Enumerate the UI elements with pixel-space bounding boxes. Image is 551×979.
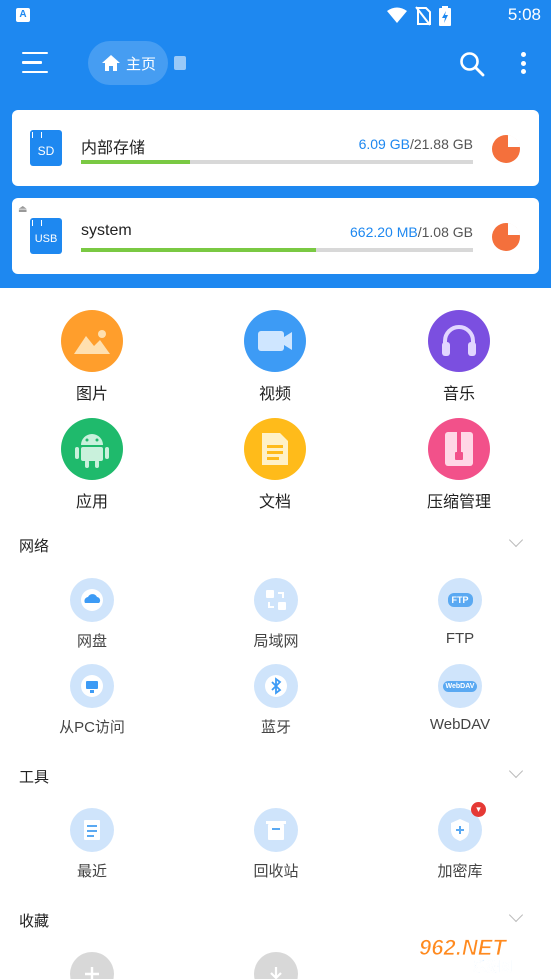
tool-label: 从PC访问 <box>59 719 125 736</box>
tool-label: 网盘 <box>76 633 107 650</box>
category-video[interactable]: 视频 <box>215 310 335 404</box>
tool-label: 回收站 <box>253 863 299 880</box>
tool-vault[interactable]: ▾ 加密库 <box>390 802 530 881</box>
tool-recent[interactable]: 最近 <box>22 808 162 881</box>
sd-card-icon[interactable] <box>174 56 186 70</box>
recycle-bin-icon <box>254 808 298 852</box>
storage-size: 662.20 MB/1.08 GB <box>350 224 473 240</box>
category-apps[interactable]: 应用 <box>32 418 152 512</box>
clock: 5:08 <box>507 5 541 24</box>
eject-icon[interactable]: ⏏ <box>18 204 27 215</box>
battery-charging-icon <box>439 6 451 26</box>
svg-text:乐游网: 乐游网 <box>473 959 512 975</box>
tool-label: WebDAV <box>429 716 491 733</box>
usb-icon: USB <box>30 218 62 254</box>
no-sim-icon <box>415 6 431 26</box>
category-label: 应用 <box>75 494 108 511</box>
category-label: 音乐 <box>442 386 475 403</box>
headphones-icon <box>428 310 490 372</box>
android-icon <box>61 418 123 480</box>
storage-size: 6.09 GB/21.88 GB <box>358 136 473 152</box>
category-music[interactable]: 音乐 <box>399 310 519 404</box>
app-bar: 主页 <box>0 32 551 98</box>
storage-usage-bar <box>81 160 473 164</box>
chevron-down-icon[interactable] <box>508 532 524 548</box>
category-label: 图片 <box>75 386 108 403</box>
video-icon <box>244 310 306 372</box>
category-label: 压缩管理 <box>426 494 491 511</box>
recent-icon <box>70 808 114 852</box>
chevron-down-icon[interactable] <box>508 907 524 923</box>
section-title-favorites: 收藏 <box>19 913 50 930</box>
search-icon[interactable] <box>459 51 485 77</box>
more-vert-icon[interactable] <box>521 52 527 76</box>
section-title-tools: 工具 <box>19 769 50 786</box>
sd-card-icon: SD <box>30 130 62 166</box>
storage-card-system[interactable]: ⏏ USB system 662.20 MB/1.08 GB <box>12 198 539 274</box>
storage-name: 内部存储 <box>81 140 146 157</box>
tool-recycle-bin[interactable]: 回收站 <box>206 808 346 881</box>
notification-icon: A <box>16 8 30 22</box>
cloud-icon <box>70 578 114 622</box>
tool-label: FTP <box>445 630 475 647</box>
badge-icon: ▾ <box>471 802 486 817</box>
tool-ftp[interactable]: FTP FTP <box>390 578 530 647</box>
chevron-down-icon[interactable] <box>508 763 524 779</box>
bluetooth-icon <box>254 664 298 708</box>
favorite-downloads[interactable] <box>206 952 346 979</box>
download-icon <box>254 952 298 979</box>
storage-panel: SD 内部存储 6.09 GB/21.88 GB ⏏ USB system 66… <box>0 98 551 288</box>
tool-label: 局域网 <box>253 633 299 650</box>
category-label: 视频 <box>258 386 291 403</box>
tool-label: 加密库 <box>437 863 483 880</box>
ftp-icon: FTP <box>438 578 482 622</box>
category-archives[interactable]: 压缩管理 <box>399 418 519 512</box>
category-label: 文档 <box>258 494 291 511</box>
tool-pc-access[interactable]: 从PC访问 <box>22 664 162 737</box>
vault-icon: ▾ <box>438 802 486 852</box>
tool-bluetooth[interactable]: 蓝牙 <box>206 664 346 737</box>
pie-chart-icon[interactable] <box>491 134 521 164</box>
category-images[interactable]: 图片 <box>32 310 152 404</box>
pc-icon <box>70 664 114 708</box>
storage-name: system <box>81 222 132 239</box>
tool-cloud-drive[interactable]: 网盘 <box>22 578 162 651</box>
image-icon <box>61 310 123 372</box>
menu-icon[interactable] <box>22 52 48 74</box>
lan-icon <box>254 578 298 622</box>
document-icon <box>244 418 306 480</box>
tool-label: 蓝牙 <box>260 719 291 736</box>
status-bar: A 5:08 <box>0 0 551 32</box>
wifi-icon <box>387 7 407 23</box>
svg-text:962.NET: 962.NET <box>419 935 507 960</box>
archive-icon <box>428 418 490 480</box>
favorite-add[interactable] <box>22 952 162 979</box>
breadcrumb-home-label: 主页 <box>126 55 157 73</box>
category-documents[interactable]: 文档 <box>215 418 335 512</box>
home-icon <box>102 55 120 71</box>
webdav-icon: WebDAV <box>438 664 482 708</box>
tool-label: 最近 <box>76 863 107 880</box>
storage-usage-bar <box>81 248 473 252</box>
tool-webdav[interactable]: WebDAV WebDAV <box>390 664 530 733</box>
watermark-logo: 962.NET 乐游网 <box>419 935 513 975</box>
storage-card-internal[interactable]: SD 内部存储 6.09 GB/21.88 GB <box>12 110 539 186</box>
tool-lan[interactable]: 局域网 <box>206 578 346 651</box>
add-icon <box>70 952 114 979</box>
section-title-network: 网络 <box>19 538 50 555</box>
pie-chart-icon[interactable] <box>491 222 521 252</box>
breadcrumb-home[interactable]: 主页 <box>88 41 168 85</box>
